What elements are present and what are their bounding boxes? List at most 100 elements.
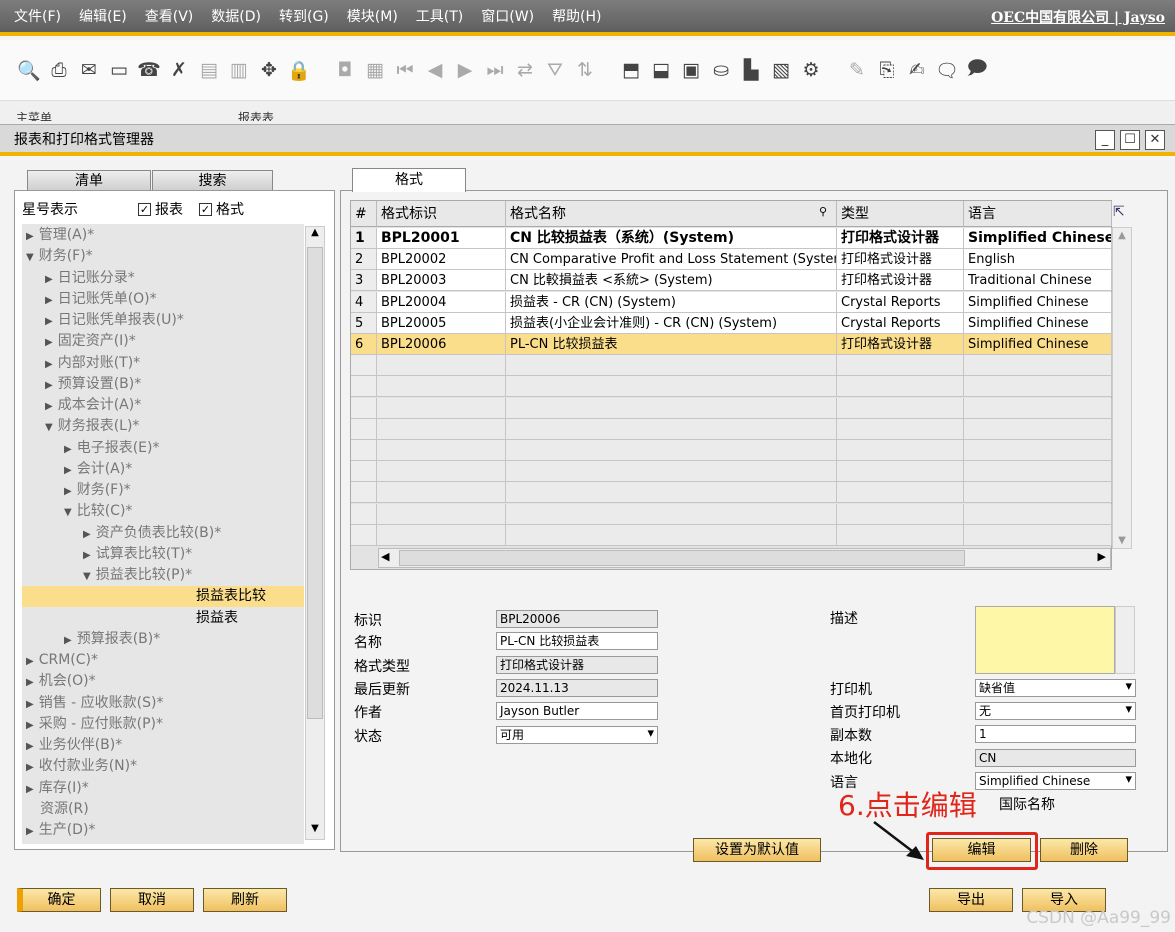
tree-item[interactable]: 损益表 (182, 608, 238, 629)
menu-file[interactable]: 文件(F) (14, 6, 61, 26)
expand-arrow-icon[interactable]: ▶ (26, 741, 34, 752)
format-id-cell[interactable] (377, 524, 506, 546)
tree-scrollbar[interactable]: ▲ ▼ (305, 226, 325, 840)
tree-item[interactable]: ▶ 资产负债表比较(B)* (83, 523, 221, 544)
collapse-arrow-icon[interactable]: ▼ (45, 422, 53, 433)
expand-arrow-icon[interactable]: ▶ (45, 274, 53, 285)
expand-arrow-icon[interactable]: ▶ (64, 486, 72, 497)
first-page-printer-select[interactable]: 无 (975, 702, 1136, 720)
gross-profit-icon[interactable]: ▙ (736, 55, 766, 85)
grid-header-id[interactable]: 格式标识 (377, 201, 506, 227)
tree-item[interactable]: ▶ CRM(C)* (26, 650, 98, 671)
description-field[interactable] (975, 606, 1115, 674)
target-document-icon[interactable]: ⬓ (646, 55, 676, 85)
type-cell[interactable]: 打印格式设计器 (837, 228, 964, 249)
scroll-right-icon[interactable]: ▶ (1098, 550, 1106, 563)
expand-arrow-icon[interactable]: ▶ (26, 762, 34, 773)
author-field[interactable]: Jayson Butler (496, 702, 658, 720)
expand-arrow-icon[interactable]: ▶ (45, 337, 53, 348)
expand-arrow-icon[interactable]: ▶ (83, 550, 91, 561)
tree-item[interactable]: ▼ 损益表比较(P)* (83, 565, 192, 586)
expand-arrow-icon[interactable]: ▶ (64, 444, 72, 455)
expand-arrow-icon[interactable]: ▶ (26, 656, 34, 667)
attachment-icon[interactable]: ⎘ (872, 55, 902, 85)
description-scrollbar[interactable] (1115, 606, 1135, 674)
cancel-button[interactable]: 取消 (110, 888, 194, 912)
tree-item[interactable]: ▶ 管理(A)* (26, 225, 94, 246)
tree-item[interactable]: ▶ 收付款业务(N)* (26, 756, 137, 777)
filter-icon[interactable]: ⛛ (540, 55, 570, 85)
expand-arrow-icon[interactable]: ▶ (26, 720, 34, 731)
sms-icon[interactable]: ▭ (104, 55, 134, 85)
tree-item[interactable]: ▶ 成本会计(A)* (45, 395, 141, 416)
delete-button[interactable]: 删除 (1040, 838, 1128, 862)
message-icon[interactable]: 🗨 (932, 55, 962, 85)
format-id-cell[interactable]: BPL20004 (377, 291, 506, 313)
previous-record-icon[interactable]: ◀ (420, 55, 450, 85)
language-cell[interactable]: Simplified Chinese (964, 334, 1112, 355)
format-name-cell[interactable] (506, 376, 837, 398)
layout-icon[interactable]: ▧ (766, 55, 796, 85)
format-id-cell[interactable] (377, 355, 506, 377)
ok-button[interactable]: 确定 (17, 888, 101, 912)
expand-arrow-icon[interactable]: ▶ (26, 784, 34, 795)
table-row[interactable]: 5 BPL20005 损益表(小企业会计准则) - CR (CN) (System)… (351, 312, 1112, 334)
language-cell[interactable] (964, 461, 1112, 483)
tree-item[interactable]: 资源(R) (26, 799, 89, 820)
tree-item[interactable]: ▶ 会计(A)* (64, 459, 132, 480)
table-row[interactable] (351, 440, 1112, 461)
type-cell[interactable] (837, 397, 964, 419)
format-name-cell[interactable] (506, 355, 837, 377)
type-cell[interactable] (837, 503, 964, 525)
language-cell[interactable] (964, 418, 1112, 440)
set-default-button[interactable]: 设置为默认值 (693, 838, 821, 862)
scroll-up-icon[interactable]: ▲ (306, 227, 324, 243)
refresh-icon[interactable]: ⇄ (510, 55, 540, 85)
tree-item[interactable]: ▶ 内部对账(T)* (45, 353, 140, 374)
menu-data[interactable]: 数据(D) (211, 6, 261, 26)
format-name-cell[interactable] (506, 418, 837, 440)
expand-arrow-icon[interactable]: ▶ (64, 465, 72, 476)
tree-item[interactable]: ▶ 预算设置(B)* (45, 374, 141, 395)
table-row[interactable]: 4 BPL20004 损益表 - CR (CN) (System) Crystal R… (351, 291, 1112, 313)
type-cell[interactable] (837, 376, 964, 398)
menu-help[interactable]: 帮助(H) (552, 6, 601, 26)
format-name-cell[interactable] (506, 482, 837, 504)
type-cell[interactable]: Crystal Reports (837, 312, 964, 334)
minimize-icon[interactable]: _ (1095, 130, 1115, 150)
maximize-icon[interactable]: ☐ (1120, 130, 1140, 150)
grid-hscroll-thumb[interactable] (399, 550, 965, 566)
table-row[interactable]: 6 BPL20006 PL-CN 比较损益表 打印格式设计器 Simplified Ch… (351, 334, 1112, 355)
menu-goto[interactable]: 转到(G) (279, 6, 329, 26)
type-cell[interactable]: 打印格式设计器 (837, 334, 964, 355)
scroll-down-icon[interactable]: ▼ (306, 823, 324, 839)
language-cell[interactable] (964, 482, 1112, 504)
table-row[interactable]: 3 BPL20003 CN 比較損益表 <系統> (System) 打印格式设计器 Tr… (351, 270, 1112, 292)
grid-hscrollbar[interactable]: ◀ ▶ (378, 548, 1111, 568)
table-row[interactable] (351, 503, 1112, 525)
format-id-cell[interactable] (377, 376, 506, 398)
tree-item[interactable]: ▼ 财务(F)* (26, 246, 93, 267)
menu-window[interactable]: 窗口(W) (481, 6, 534, 26)
scroll-left-icon[interactable]: ◀ (381, 550, 389, 563)
tree-item[interactable]: ▶ 采购 - 应付账款(P)* (26, 714, 163, 735)
format-name-cell[interactable]: CN 比较损益表（系统）(System) (506, 228, 837, 249)
expand-arrow-icon[interactable]: ▶ (26, 231, 34, 242)
localization-field[interactable]: CN (975, 749, 1136, 767)
format-name-cell[interactable] (506, 524, 837, 546)
expand-arrow-icon[interactable]: ▶ (83, 529, 91, 540)
last-updated-field[interactable]: 2024.11.13 (496, 679, 658, 697)
language-cell[interactable] (964, 376, 1112, 398)
alert-icon[interactable]: 🗩 (962, 55, 992, 85)
expand-icon[interactable]: ⇱ (1113, 204, 1125, 220)
format-id-cell[interactable] (377, 397, 506, 419)
format-id-cell[interactable] (377, 418, 506, 440)
grid-scroll-up-icon[interactable]: ▲ (1113, 230, 1131, 241)
expand-arrow-icon[interactable]: ▶ (26, 677, 34, 688)
add-icon[interactable]: ▦ (360, 55, 390, 85)
last-record-icon[interactable]: ⏭ (480, 55, 510, 85)
format-id-cell[interactable] (377, 461, 506, 483)
format-id-cell[interactable]: BPL20003 (377, 270, 506, 292)
expand-arrow-icon[interactable]: ▶ (45, 295, 53, 306)
menu-modules[interactable]: 模块(M) (347, 6, 398, 26)
